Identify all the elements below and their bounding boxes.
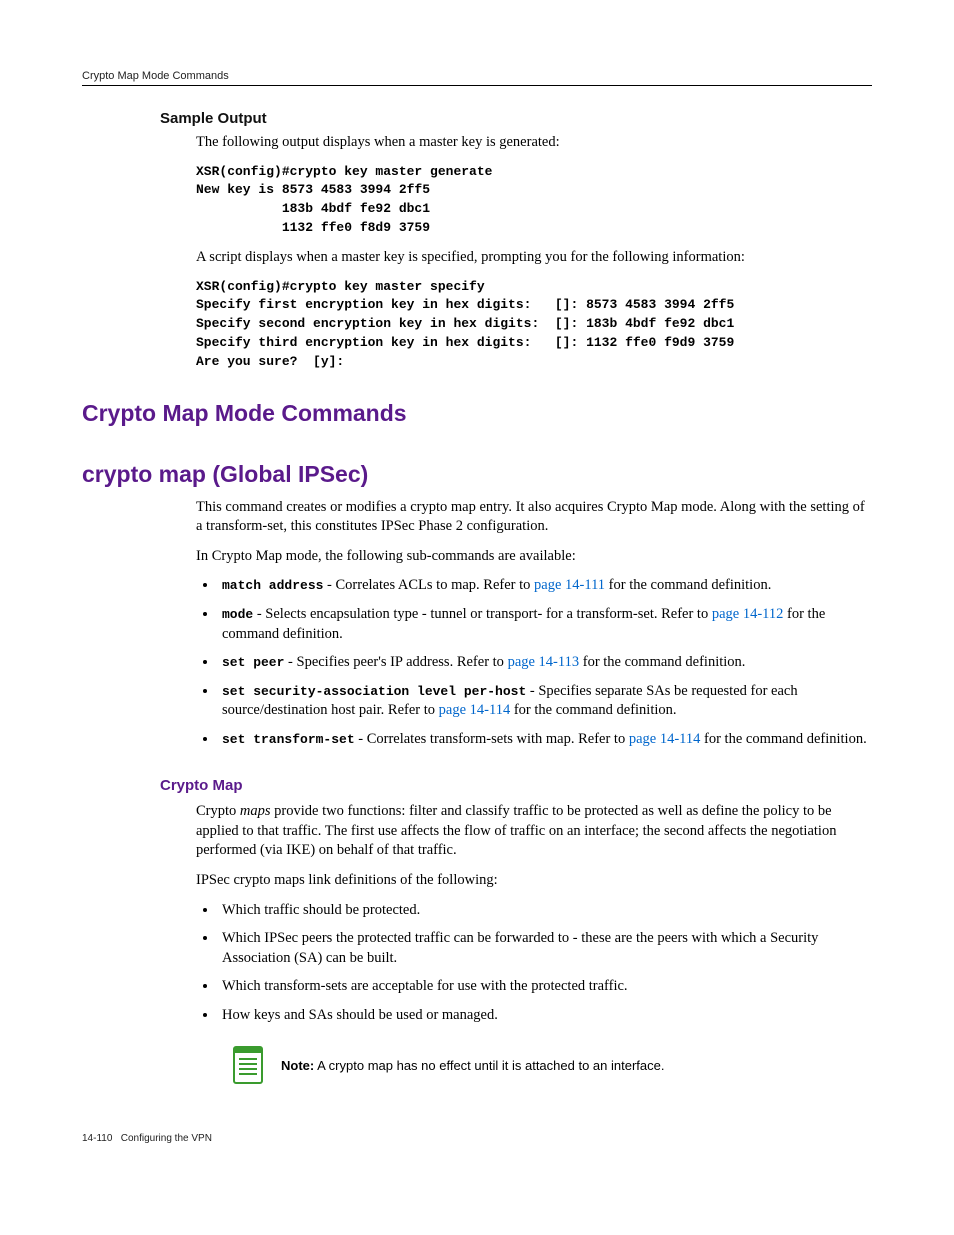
sample-output-code-2: XSR(config)#crypto key master specify Sp… [196, 278, 872, 372]
crypto-map-bullets: Which traffic should be protected. Which… [196, 901, 872, 1026]
page-container: Crypto Map Mode Commands Sample Output T… [0, 0, 954, 1184]
link-page-14-113[interactable]: page 14-113 [508, 654, 580, 670]
code-set-security-association: set security-association level per-host [222, 684, 526, 699]
section-crypto-map-mode: Crypto Map Mode Commands [82, 400, 872, 427]
subcommand-set-peer: set peer - Specifies peer's IP address. … [218, 653, 872, 673]
crypto-map-b1: Which traffic should be protected. [218, 901, 872, 921]
footer-page-number: 14-110 [82, 1133, 112, 1144]
sample-output-code-1: XSR(config)#crypto key master generate N… [196, 163, 872, 238]
crypto-map-body: Crypto maps provide two functions: filte… [196, 802, 872, 1085]
crypto-map-b2: Which IPSec peers the protected traffic … [218, 929, 872, 968]
subcommand-list: match address - Correlates ACLs to map. … [196, 576, 872, 749]
section2-p2: In Crypto Map mode, the following sub-co… [196, 547, 872, 567]
sample-output-mid: A script displays when a master key is s… [196, 248, 872, 268]
crypto-map-b4: How keys and SAs should be used or manag… [218, 1006, 872, 1026]
crypto-map-heading: Crypto Map [160, 777, 872, 794]
note-icon [232, 1045, 265, 1085]
subcommand-mode: mode - Selects encapsulation type - tunn… [218, 605, 872, 644]
subcommand-match-address: match address - Correlates ACLs to map. … [218, 576, 872, 596]
sample-output-body: The following output displays when a mas… [196, 133, 872, 372]
link-page-14-114a[interactable]: page 14-114 [439, 702, 511, 718]
code-match-address: match address [222, 578, 323, 593]
note-label: Note: [281, 1058, 314, 1073]
section-crypto-map-global: crypto map (Global IPSec) [82, 461, 872, 488]
link-page-14-111[interactable]: page 14-111 [534, 577, 605, 593]
sample-output-section: Sample Output [160, 110, 872, 127]
sample-output-intro: The following output displays when a mas… [196, 133, 872, 153]
code-mode: mode [222, 607, 253, 622]
running-header: Crypto Map Mode Commands [82, 70, 872, 86]
subcommand-set-security-association: set security-association level per-host … [218, 682, 872, 721]
code-set-peer: set peer [222, 655, 284, 670]
link-page-14-114b[interactable]: page 14-114 [629, 731, 701, 747]
sample-output-heading: Sample Output [160, 110, 872, 127]
footer-title: Configuring the VPN [121, 1133, 212, 1144]
subcommand-set-transform-set: set transform-set - Correlates transform… [218, 730, 872, 750]
link-page-14-112[interactable]: page 14-112 [712, 606, 784, 622]
section2-body: This command creates or modifies a crypt… [196, 498, 872, 750]
section2-p1: This command creates or modifies a crypt… [196, 498, 872, 537]
page-footer: 14-110 Configuring the VPN [82, 1133, 872, 1144]
crypto-map-p1: Crypto maps provide two functions: filte… [196, 802, 872, 861]
note-block: Note: A crypto map has no effect until i… [232, 1045, 872, 1085]
crypto-map-p2: IPSec crypto maps link definitions of th… [196, 871, 872, 891]
crypto-map-subsection: Crypto Map [160, 777, 872, 794]
crypto-map-b3: Which transform-sets are acceptable for … [218, 977, 872, 997]
code-set-transform-set: set transform-set [222, 732, 355, 747]
note-text: Note: A crypto map has no effect until i… [281, 1058, 664, 1073]
crypto-map-italic: maps [240, 803, 271, 819]
